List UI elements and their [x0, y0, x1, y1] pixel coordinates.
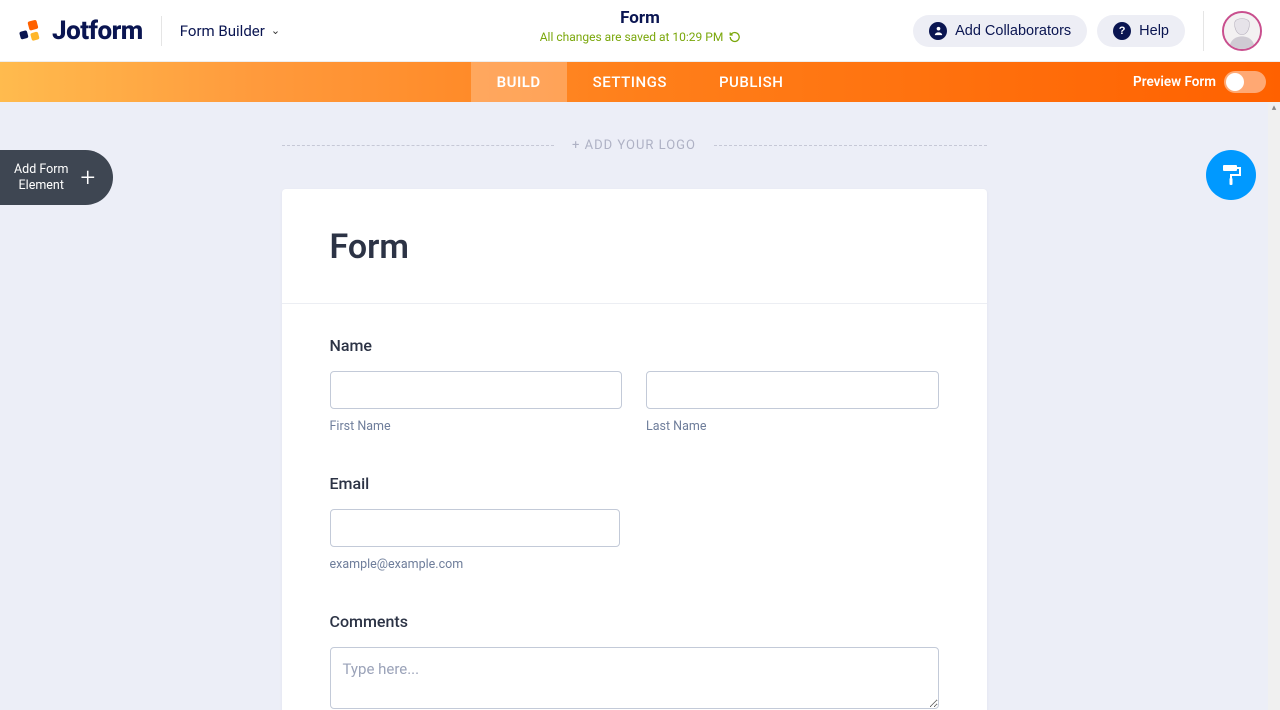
add-form-element-label: Add Form Element: [14, 162, 68, 193]
page-title[interactable]: Form: [540, 8, 741, 28]
add-collaborators-label: Add Collaborators: [955, 23, 1071, 39]
first-name-col: First Name: [330, 371, 623, 434]
form-designer-button[interactable]: [1206, 150, 1256, 200]
toggle-knob: [1226, 73, 1244, 91]
comments-textarea[interactable]: [330, 647, 939, 709]
dashed-line-right: [714, 145, 987, 146]
tab-build[interactable]: BUILD: [471, 62, 567, 102]
form-header[interactable]: Form: [282, 189, 987, 304]
vertical-scrollbar[interactable]: ▴: [1268, 102, 1280, 710]
tab-publish-label: PUBLISH: [719, 73, 783, 91]
brand-name: Jotform: [52, 16, 143, 46]
builder-navbar: BUILD SETTINGS PUBLISH Preview Form: [0, 62, 1280, 102]
nav-tabs: BUILD SETTINGS PUBLISH: [471, 62, 810, 102]
tab-settings[interactable]: SETTINGS: [567, 62, 693, 102]
help-label: Help: [1139, 23, 1169, 39]
field-name[interactable]: Name First Name Last Name: [330, 336, 939, 434]
tab-build-label: BUILD: [497, 73, 541, 91]
name-label: Name: [330, 336, 939, 355]
user-icon: [929, 22, 947, 40]
form-card: Form Name First Name Last Name: [282, 189, 987, 710]
tab-settings-label: SETTINGS: [593, 73, 667, 91]
header-divider: [161, 16, 162, 46]
form-body: Name First Name Last Name Email: [282, 304, 987, 710]
context-selector[interactable]: Form Builder ⌄: [180, 22, 280, 40]
help-icon: ?: [1113, 22, 1131, 40]
dashed-line-left: [282, 145, 555, 146]
email-input[interactable]: [330, 509, 620, 547]
comments-label: Comments: [330, 612, 939, 631]
app-header: Jotform Form Builder ⌄ Form All changes …: [0, 0, 1280, 62]
header-divider-right: [1203, 11, 1204, 51]
add-logo-row[interactable]: + ADD YOUR LOGO: [282, 138, 987, 153]
save-status: All changes are saved at 10:29 PM: [540, 30, 741, 44]
context-label: Form Builder: [180, 22, 265, 40]
avatar[interactable]: [1222, 11, 1262, 51]
add-collaborators-button[interactable]: Add Collaborators: [913, 15, 1087, 47]
brand-logo[interactable]: Jotform: [18, 16, 143, 46]
help-button[interactable]: ? Help: [1097, 15, 1185, 47]
form-title: Form: [330, 227, 939, 267]
first-name-input[interactable]: [330, 371, 623, 409]
add-form-element-button[interactable]: Add Form Element +: [0, 150, 113, 205]
email-sublabel: example@example.com: [330, 557, 939, 572]
save-status-text: All changes are saved at 10:29 PM: [540, 30, 724, 44]
header-actions: Add Collaborators ? Help: [913, 11, 1262, 51]
preview-toggle[interactable]: [1224, 71, 1266, 93]
first-name-sublabel: First Name: [330, 419, 623, 434]
chevron-down-icon: ⌄: [271, 24, 280, 37]
history-icon[interactable]: [728, 31, 740, 43]
field-email[interactable]: Email example@example.com: [330, 474, 939, 572]
plus-icon: +: [80, 165, 95, 191]
email-label: Email: [330, 474, 939, 493]
add-logo-label: + ADD YOUR LOGO: [564, 138, 704, 153]
preview-form-control: Preview Form: [1133, 62, 1266, 102]
last-name-sublabel: Last Name: [646, 419, 939, 434]
last-name-input[interactable]: [646, 371, 939, 409]
preview-form-label: Preview Form: [1133, 74, 1216, 90]
form-stage: + ADD YOUR LOGO Form Name First Name: [282, 138, 987, 710]
name-row: First Name Last Name: [330, 371, 939, 434]
logo-mark-icon: [18, 18, 44, 44]
field-comments[interactable]: Comments: [330, 612, 939, 710]
last-name-col: Last Name: [646, 371, 939, 434]
form-canvas: + ADD YOUR LOGO Form Name First Name: [0, 102, 1268, 710]
header-center: Form All changes are saved at 10:29 PM: [540, 8, 741, 44]
tab-publish[interactable]: PUBLISH: [693, 62, 809, 102]
paint-roller-icon: [1219, 163, 1243, 187]
